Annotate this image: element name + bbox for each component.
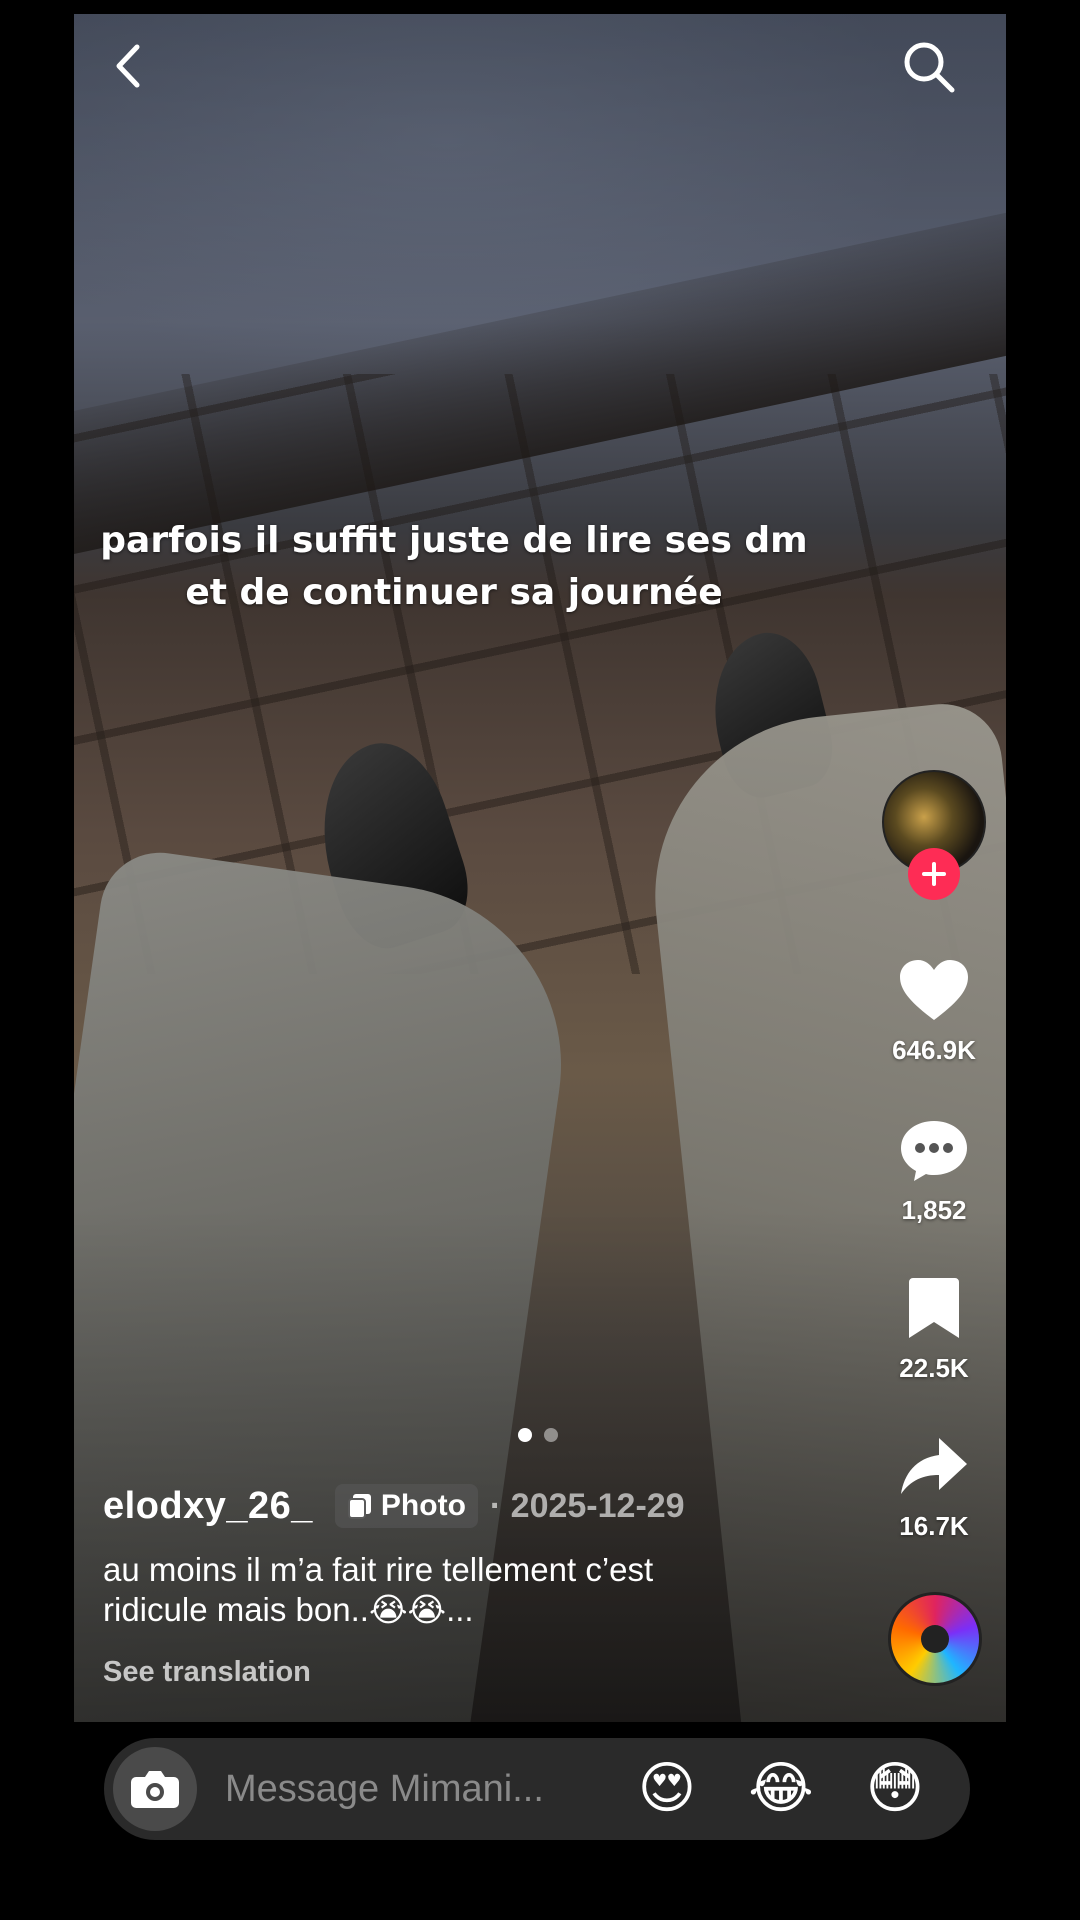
post-date: · 2025-12-29 bbox=[489, 1486, 685, 1525]
post-caption[interactable]: au moins il m’a fait rire tellement c’es… bbox=[103, 1550, 763, 1630]
comment-button[interactable]: 1,852 bbox=[878, 1118, 990, 1226]
emoji-heart-eyes-button[interactable]: 😍 bbox=[632, 1754, 702, 1824]
post-photo[interactable] bbox=[74, 14, 1006, 1722]
bookmark-icon bbox=[909, 1278, 959, 1338]
see-translation-link[interactable]: See translation bbox=[103, 1656, 311, 1689]
slide-dot[interactable] bbox=[518, 1428, 532, 1442]
search-icon bbox=[904, 42, 955, 93]
chevron-left-icon bbox=[116, 44, 140, 88]
speech-bubble-icon bbox=[901, 1121, 967, 1181]
emoji-joy-button[interactable]: 😂 bbox=[746, 1754, 816, 1824]
author-username[interactable]: elodxy_26_ bbox=[103, 1485, 313, 1528]
bookmark-count: 22.5K bbox=[899, 1353, 969, 1383]
music-disc[interactable] bbox=[888, 1592, 982, 1686]
photo-overlay-text: parfois il suffit juste de lire ses dm e… bbox=[100, 520, 808, 613]
slide-dot[interactable] bbox=[544, 1428, 558, 1442]
plus-icon bbox=[922, 862, 946, 886]
slide-indicator bbox=[518, 1428, 558, 1442]
author-row: elodxy_26_ Photo · 2025-12-29 bbox=[103, 1480, 685, 1532]
like-count: 646.9K bbox=[892, 1035, 976, 1065]
like-button[interactable]: 646.9K bbox=[878, 958, 990, 1066]
photo-icon bbox=[347, 1494, 371, 1519]
camera-button[interactable] bbox=[113, 1747, 197, 1831]
message-input[interactable] bbox=[225, 1767, 565, 1811]
emoji-flushed-button[interactable]: 😳 bbox=[860, 1754, 930, 1824]
camera-icon bbox=[131, 1771, 179, 1808]
back-button[interactable] bbox=[104, 40, 152, 92]
share-count: 16.7K bbox=[899, 1511, 969, 1541]
photo-badge: Photo bbox=[334, 1484, 478, 1528]
bookmark-button[interactable]: 22.5K bbox=[878, 1276, 990, 1384]
heart-icon bbox=[900, 960, 968, 1020]
share-button[interactable]: 16.7K bbox=[878, 1434, 990, 1542]
photo-badge-label: Photo bbox=[380, 1489, 466, 1522]
comment-count: 1,852 bbox=[901, 1195, 967, 1225]
follow-button[interactable] bbox=[908, 848, 960, 900]
search-button[interactable] bbox=[900, 38, 958, 96]
share-arrow-icon bbox=[901, 1438, 967, 1494]
message-bar: 😍 😂 😳 bbox=[104, 1738, 970, 1840]
